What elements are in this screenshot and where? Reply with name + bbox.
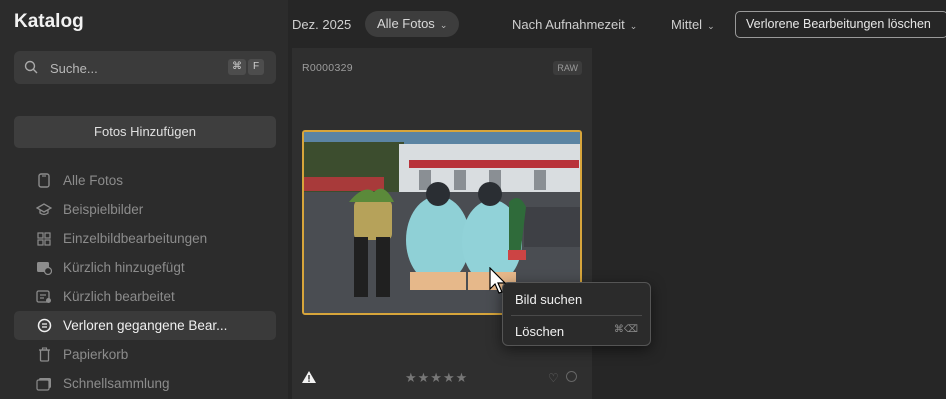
sidebar-item-lost-edits[interactable]: Verloren gegangene Bear... xyxy=(14,311,276,340)
sidebar-item-label: Kürzlich bearbeitet xyxy=(63,289,175,304)
sidebar-item-all-photos[interactable]: Alle Fotos xyxy=(14,166,276,195)
sidebar-item-label: Beispielbilder xyxy=(63,202,144,217)
grid-icon xyxy=(36,231,52,247)
sidebar-item-single-edits[interactable]: Einzelbildbearbeitungen xyxy=(14,224,276,253)
rating-stars[interactable]: ★★★★★ xyxy=(405,370,468,386)
menu-item-find-image[interactable]: Bild suchen xyxy=(515,292,582,307)
sidebar-item-recently-added[interactable]: Kürzlich hinzugefügt xyxy=(14,253,276,282)
filter-dropdown-label: Alle Fotos xyxy=(377,16,435,31)
chevron-down-icon: ⌄ xyxy=(629,21,638,31)
photo-clock-icon xyxy=(36,260,52,276)
search-input[interactable]: Suche... xyxy=(50,61,98,76)
graduation-cap-icon xyxy=(36,202,52,218)
heart-icon[interactable]: ♡ xyxy=(548,371,559,385)
raw-badge: RAW xyxy=(553,61,582,75)
size-dropdown[interactable]: Mittel ⌄ xyxy=(671,17,715,32)
chevron-down-icon: ⌄ xyxy=(707,21,715,31)
shortcut-key-f: F xyxy=(248,59,264,75)
chevron-down-icon: ⌄ xyxy=(439,20,448,30)
sidebar-item-recently-edited[interactable]: Kürzlich bearbeitet xyxy=(14,282,276,311)
sort-dropdown[interactable]: Nach Aufnahmezeit ⌄ xyxy=(512,17,637,32)
menu-item-delete[interactable]: Löschen xyxy=(515,324,564,339)
search-field[interactable]: Suche... ⌘ F xyxy=(14,51,276,84)
quick-collection-icon xyxy=(36,376,52,392)
search-icon xyxy=(24,60,38,74)
sidebar-item-sample-images[interactable]: Beispielbilder xyxy=(14,195,276,224)
sidebar-item-quick-collection[interactable]: Schnellsammlung xyxy=(14,369,276,398)
delete-lost-edits-button[interactable]: Verlorene Bearbeitungen löschen xyxy=(735,11,946,38)
sidebar-item-label: Schnellsammlung xyxy=(63,376,170,391)
photo-card[interactable]: R0000329 RAW ★★★★★ ♡ xyxy=(292,48,592,399)
menu-divider xyxy=(511,315,642,316)
app-title: Katalog xyxy=(14,11,84,32)
warning-icon xyxy=(302,371,316,383)
sidebar-item-label: Verloren gegangene Bear... xyxy=(63,318,228,333)
sidebar-item-label: Kürzlich hinzugefügt xyxy=(63,260,185,275)
mouse-cursor-icon xyxy=(489,267,507,294)
delete-shortcut: ⌘⌫ xyxy=(613,324,638,335)
photo-filename: R0000329 xyxy=(302,62,353,74)
trash-icon xyxy=(36,347,52,363)
sidebar-item-label: Einzelbildbearbeitungen xyxy=(63,231,208,246)
date-label: Dez. 2025 xyxy=(292,17,352,32)
sidebar-item-label: Papierkorb xyxy=(63,347,129,362)
size-dropdown-label: Mittel xyxy=(671,17,703,32)
photo-edit-icon xyxy=(36,289,52,305)
sidebar: Katalog Suche... ⌘ F Fotos Hinzufügen Al… xyxy=(0,0,288,399)
reject-icon[interactable] xyxy=(566,371,577,382)
shortcut-key-cmd: ⌘ xyxy=(228,59,246,75)
sort-dropdown-label: Nach Aufnahmezeit xyxy=(512,17,625,32)
sidebar-item-label: Alle Fotos xyxy=(63,173,124,188)
context-menu: Bild suchen Löschen ⌘⌫ xyxy=(502,282,651,346)
sidebar-item-trash[interactable]: Papierkorb xyxy=(14,340,276,369)
filter-dropdown[interactable]: Alle Fotos ⌄ xyxy=(365,11,460,37)
phone-icon xyxy=(36,173,52,189)
lost-edits-icon xyxy=(36,318,52,334)
toolbar: Dez. 2025 Alle Fotos ⌄ Nach Aufnahmezeit ⌄… xyxy=(288,0,946,48)
sidebar-nav: Alle Fotos Beispielbilder Einzelbildbear… xyxy=(14,166,276,398)
add-photos-button[interactable]: Fotos Hinzufügen xyxy=(14,116,276,148)
